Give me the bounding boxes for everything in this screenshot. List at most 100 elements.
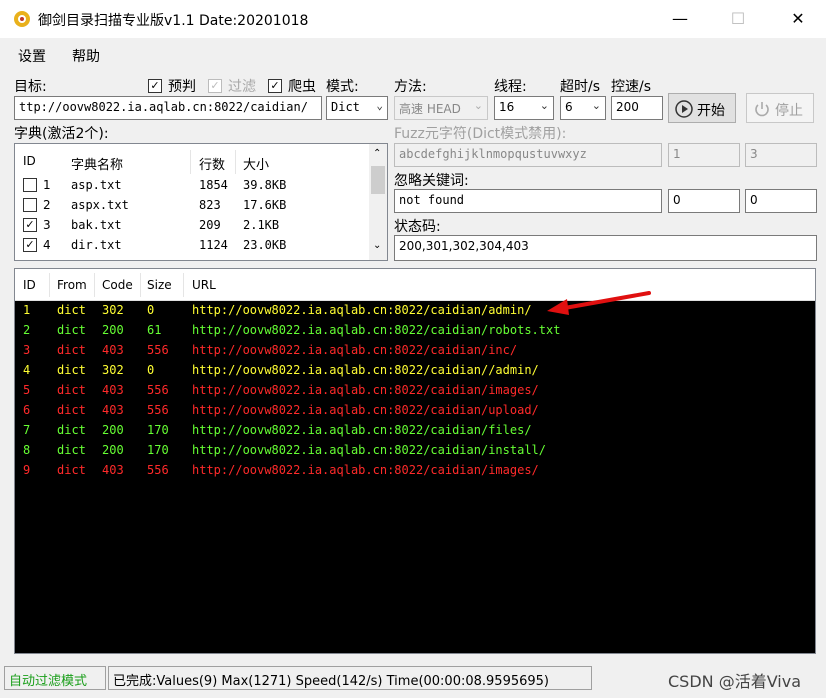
result-id: 1	[23, 303, 31, 317]
result-code: 302	[102, 363, 124, 377]
fuzz-min-input[interactable]: 1	[668, 143, 740, 167]
dict-row-checkbox[interactable]: ✓	[23, 218, 37, 232]
minimize-button[interactable]: —	[660, 6, 700, 32]
timeout-label: 超时/s	[560, 79, 601, 95]
dict-scrollbar[interactable]: ⌃ ⌄	[369, 144, 387, 260]
dict-row-size: 39.8KB	[243, 178, 287, 192]
result-size: 556	[147, 403, 169, 417]
start-button[interactable]: 开始	[668, 93, 736, 123]
dict-row-id: 1	[43, 178, 51, 192]
dict-row[interactable]: ✓ 4 dir.txt 1124 23.0KB	[15, 236, 367, 256]
result-row[interactable]: 8 dict 200 170 http://oovw8022.ia.aqlab.cn:8…	[15, 441, 815, 461]
scrollbar-thumb[interactable]	[371, 166, 385, 194]
close-button[interactable]: ✕	[778, 6, 818, 32]
result-row[interactable]: 1 dict 302 0 http://oovw8022.ia.aqlab.cn:802…	[15, 301, 815, 321]
play-icon	[675, 100, 693, 118]
app-icon	[14, 11, 30, 27]
result-url: http://oovw8022.ia.aqlab.cn:8022/caidian…	[192, 443, 547, 457]
chevron-down-icon[interactable]: ⌄	[373, 240, 381, 251]
status-code-label: 状态码:	[394, 219, 441, 235]
results-header-code: Code	[102, 278, 133, 292]
dict-row-size: 17.6KB	[243, 198, 287, 212]
results-header-url: URL	[192, 278, 216, 292]
dict-row-name: asp.txt	[71, 178, 122, 192]
dict-row[interactable]: ✓ 3 bak.txt 209 2.1KB	[15, 216, 367, 236]
result-size: 556	[147, 463, 169, 477]
mode-select[interactable]: Dict ⌄	[326, 96, 388, 120]
menu-help[interactable]: 帮助	[72, 46, 100, 66]
precheck-checkbox[interactable]: ✓	[148, 79, 162, 93]
speed-input[interactable]: 200	[611, 96, 663, 120]
target-label: 目标:	[14, 79, 47, 95]
speed-label: 控速/s	[611, 79, 652, 95]
status-code-input[interactable]: 200,301,302,304,403	[394, 235, 817, 261]
dict-row-checkbox[interactable]	[23, 198, 37, 212]
timeout-select[interactable]: 6 ⌄	[560, 96, 606, 120]
title-bar: 御剑目录扫描专业版v1.1 Date:20201018 — ☐ ✕	[0, 0, 826, 38]
dict-row[interactable]: 2 aspx.txt 823 17.6KB	[15, 196, 367, 216]
dict-row-id: 4	[43, 238, 51, 252]
result-row[interactable]: 6 dict 403 556 http://oovw8022.ia.aqlab.cn:8…	[15, 401, 815, 421]
ignore-a-input[interactable]: 0	[668, 189, 740, 213]
result-row[interactable]: 4 dict 302 0 http://oovw8022.ia.aqlab.cn:802…	[15, 361, 815, 381]
method-value: 高速 HEAD	[399, 102, 461, 116]
threads-label: 线程:	[494, 79, 527, 95]
result-url: http://oovw8022.ia.aqlab.cn:8022/caidian…	[192, 383, 539, 397]
filter-checkbox[interactable]: ✓	[208, 79, 222, 93]
result-row[interactable]: 9 dict 403 556 http://oovw8022.ia.aqlab.cn:8…	[15, 461, 815, 481]
result-url: http://oovw8022.ia.aqlab.cn:8022/caidian…	[192, 403, 539, 417]
divider	[140, 273, 141, 297]
watermark: CSDN @活着Viva	[668, 672, 802, 691]
dict-row-id: 3	[43, 218, 51, 232]
result-size: 61	[147, 323, 162, 337]
divider	[49, 273, 50, 297]
chevron-up-icon[interactable]: ⌃	[373, 148, 381, 159]
dict-row-lines: 823	[199, 198, 221, 212]
method-select[interactable]: 高速 HEAD ⌄	[394, 96, 488, 120]
fuzz-chars-input[interactable]: abcdefghijklnmopqustuvwxyz	[394, 143, 662, 167]
result-size: 556	[147, 383, 169, 397]
chevron-down-icon: ⌄	[473, 99, 483, 112]
dict-row-id: 2	[43, 198, 51, 212]
result-row[interactable]: 7 dict 200 170 http://oovw8022.ia.aqlab.cn:8…	[15, 421, 815, 441]
dict-row[interactable]: 1 asp.txt 1854 39.8KB	[15, 176, 367, 196]
dict-header-lines: 行数	[199, 158, 226, 173]
result-row[interactable]: 3 dict 403 556 http://oovw8022.ia.aqlab.cn:8…	[15, 341, 815, 361]
result-size: 170	[147, 423, 169, 437]
dict-row-checkbox[interactable]: ✓	[23, 238, 37, 252]
dict-row-checkbox[interactable]	[23, 178, 37, 192]
result-from: dict	[57, 303, 86, 317]
result-id: 5	[23, 383, 31, 397]
maximize-button[interactable]: ☐	[718, 6, 758, 32]
results-body: 1 dict 302 0 http://oovw8022.ia.aqlab.cn:802…	[15, 301, 815, 653]
results-header-size: Size	[147, 278, 172, 292]
fuzz-max-input[interactable]: 3	[745, 143, 817, 167]
dict-list: ID 字典名称 行数 大小 1 asp.txt 1854 39.8KB 2 as…	[14, 143, 388, 261]
result-code: 403	[102, 403, 124, 417]
ignore-b-input[interactable]: 0	[745, 189, 817, 213]
window-title: 御剑目录扫描专业版v1.1 Date:20201018	[38, 13, 309, 29]
mode-label: 模式:	[326, 79, 359, 95]
progress-status: 已完成:Values(9) Max(1271) Speed(142/s) Tim…	[108, 666, 592, 690]
menu-settings[interactable]: 设置	[18, 46, 46, 66]
crawler-checkbox[interactable]: ✓	[268, 79, 282, 93]
result-url: http://oovw8022.ia.aqlab.cn:8022/caidian…	[192, 463, 539, 477]
threads-select[interactable]: 16 ⌄	[494, 96, 554, 120]
dict-row-name: aspx.txt	[71, 198, 129, 212]
result-code: 403	[102, 383, 124, 397]
ignore-input[interactable]: not found	[394, 189, 662, 213]
dict-row-name: bak.txt	[71, 218, 122, 232]
result-size: 556	[147, 343, 169, 357]
divider	[94, 273, 95, 297]
power-icon	[755, 102, 769, 117]
result-row[interactable]: 2 dict 200 61 http://oovw8022.ia.aqlab.cn:80…	[15, 321, 815, 341]
result-row[interactable]: 5 dict 403 556 http://oovw8022.ia.aqlab.cn:8…	[15, 381, 815, 401]
result-code: 403	[102, 343, 124, 357]
chevron-down-icon: ⌄	[591, 99, 601, 112]
stop-button[interactable]: 停止	[746, 93, 814, 123]
result-id: 4	[23, 363, 31, 377]
result-code: 302	[102, 303, 124, 317]
results-header: ID From Code Size URL	[15, 269, 815, 301]
target-input[interactable]: ttp://oovw8022.ia.aqlab.cn:8022/caidian/	[14, 96, 322, 120]
dict-row-size: 23.0KB	[243, 238, 287, 252]
